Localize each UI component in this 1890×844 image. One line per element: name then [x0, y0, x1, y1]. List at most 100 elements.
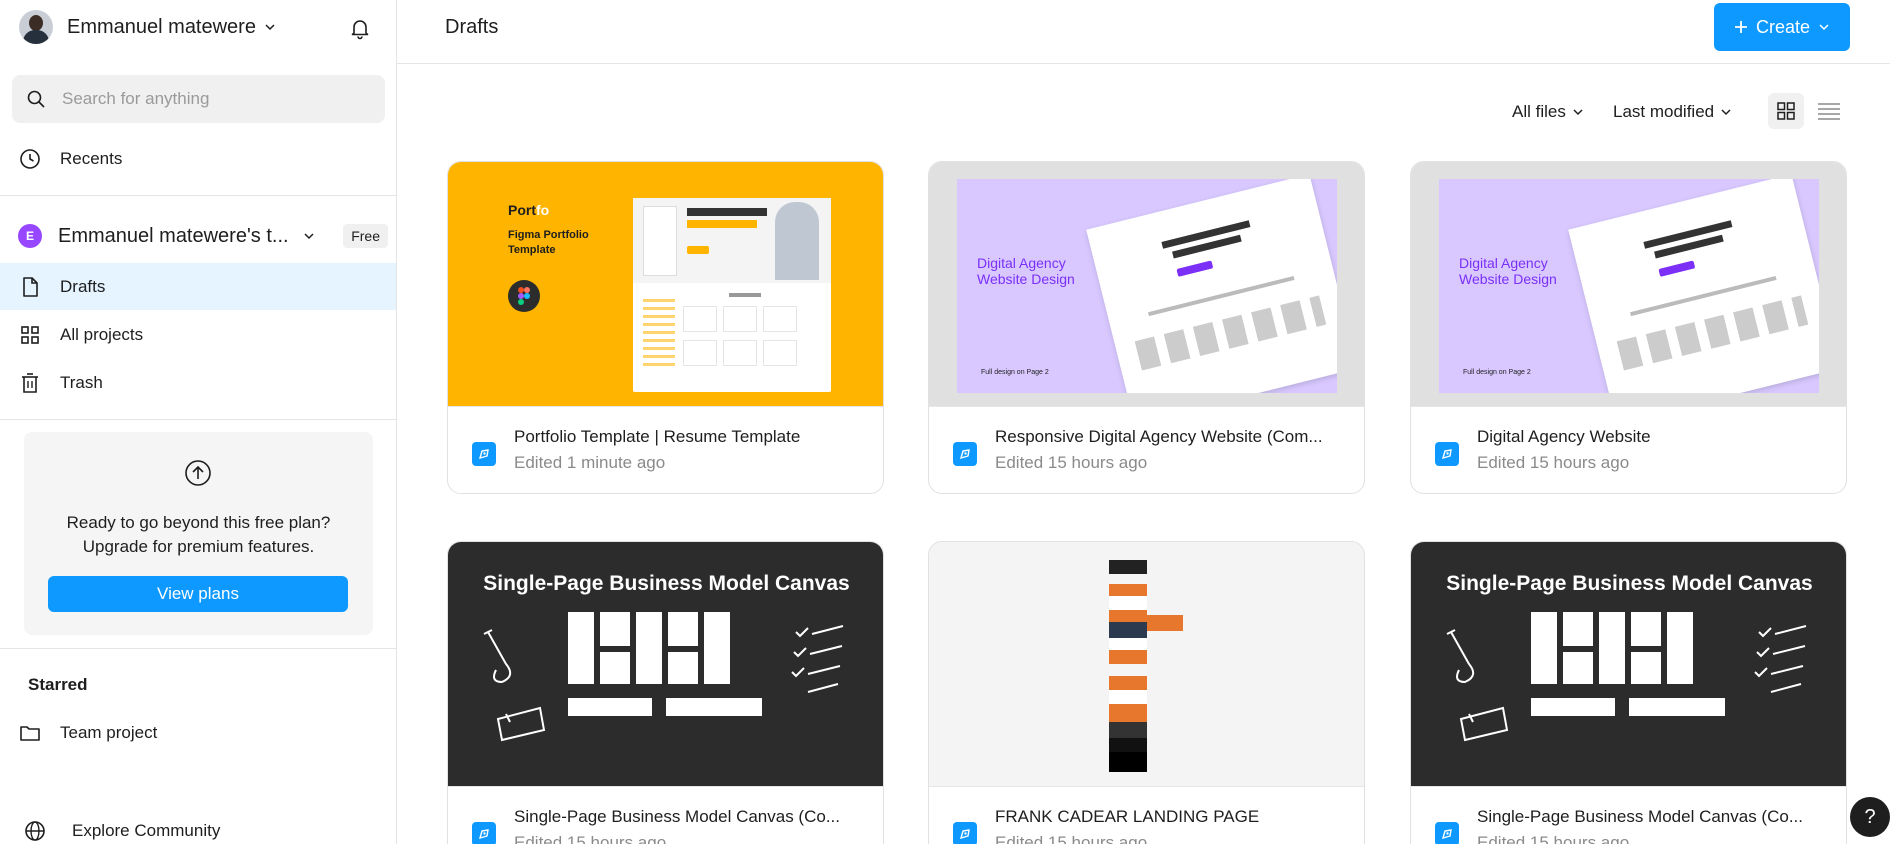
file-edited: Edited 15 hours ago	[995, 453, 1148, 472]
grid-icon	[19, 324, 41, 346]
thumb-title: Single-Page Business Model Canvas	[1446, 572, 1813, 595]
file-title: Responsive Digital Agency Website (Com..…	[995, 427, 1323, 446]
divider	[0, 648, 396, 649]
plus-icon	[1734, 21, 1747, 33]
bell-icon[interactable]	[348, 16, 372, 40]
design-file-icon	[472, 442, 496, 466]
thumb-footnote: Full design on Page 2	[1463, 369, 1531, 376]
grid-view-icon	[1777, 102, 1795, 120]
team-switcher[interactable]: E Emmanuel matewere's t... Free	[18, 220, 388, 252]
sidebar-item-label: Team project	[60, 722, 158, 742]
clock-icon	[19, 148, 41, 170]
file-meta: Digital Agency Website Edited 15 hours a…	[1411, 406, 1846, 493]
upgrade-text: Ready to go beyond this free plan? Upgra…	[24, 511, 373, 559]
sidebar-item-team-project[interactable]: Team project	[0, 709, 396, 756]
chevron-down-icon	[304, 233, 314, 240]
design-file-icon	[953, 442, 977, 466]
file-card[interactable]: Portfo Figma Portfolio Template Portfoli…	[447, 161, 884, 494]
landing-page-preview	[1109, 560, 1147, 772]
thumb-brand-b: fo	[536, 202, 550, 218]
search-icon	[27, 90, 45, 108]
design-file-icon	[1435, 822, 1459, 844]
account-switcher[interactable]: Emmanuel matewere	[19, 8, 276, 46]
chevron-down-icon	[1721, 109, 1731, 116]
help-button[interactable]: ?	[1850, 797, 1890, 837]
page-title: Drafts	[445, 16, 499, 38]
thumb-brand-a: Port	[508, 202, 536, 218]
trash-icon	[19, 372, 41, 394]
topbar: Drafts Create	[397, 0, 1890, 64]
starred-heading: Starred	[28, 675, 88, 694]
sort-dropdown[interactable]: Last modified	[1613, 96, 1732, 128]
file-thumbnail: Portfo Figma Portfolio Template	[448, 162, 883, 406]
divider	[0, 195, 396, 196]
explore-label: Explore Community	[72, 821, 221, 840]
sidebar: Emmanuel matewere Recents E Emmanuel mat…	[0, 0, 397, 844]
file-title: Single-Page Business Model Canvas (Co...	[514, 807, 840, 826]
avatar	[19, 10, 53, 44]
file-card[interactable]: Digital Agency Website Design Full desig…	[928, 161, 1365, 494]
grid-view-button[interactable]	[1768, 93, 1804, 129]
file-meta: Single-Page Business Model Canvas (Co...…	[448, 786, 883, 844]
thumb-heading-1: Digital Agency	[1459, 255, 1548, 271]
sidebar-item-recents[interactable]: Recents	[0, 135, 396, 182]
upgrade-line-1: Ready to go beyond this free plan?	[66, 513, 331, 532]
search-box[interactable]	[12, 75, 385, 123]
chevron-down-icon	[265, 24, 275, 31]
search-input[interactable]	[62, 89, 362, 109]
thumb-footnote: Full design on Page 2	[981, 369, 1049, 376]
arrow-up-circle-icon	[185, 460, 211, 486]
design-file-icon	[1435, 442, 1459, 466]
sidebar-item-label: All projects	[60, 324, 144, 344]
create-label: Create	[1755, 16, 1811, 37]
file-thumbnail: Single-Page Business Model Canvas	[1411, 542, 1846, 786]
folder-icon	[19, 722, 41, 744]
list-view-button[interactable]	[1811, 93, 1847, 129]
globe-icon	[25, 821, 45, 841]
list-view-icon	[1818, 103, 1840, 120]
sidebar-item-drafts[interactable]: Drafts	[0, 263, 396, 310]
create-button[interactable]: Create	[1714, 3, 1850, 51]
file-card[interactable]: Single-Page Business Model Canvas Single…	[447, 541, 884, 844]
portfolio-preview	[633, 198, 831, 392]
file-icon	[19, 276, 41, 298]
chevron-down-icon	[1819, 24, 1829, 31]
file-meta: Portfolio Template | Resume Template Edi…	[448, 406, 883, 493]
thumb-heading-2: Website Design	[977, 271, 1075, 287]
thumb-subtitle-2: Template	[508, 244, 556, 256]
explore-community-link[interactable]: Explore Community	[24, 820, 220, 842]
upgrade-line-2: Upgrade for premium features.	[82, 537, 315, 556]
canvas-illustration	[1446, 612, 1807, 742]
upgrade-card: Ready to go beyond this free plan? Upgra…	[24, 432, 373, 635]
file-meta: Single-Page Business Model Canvas (Co...…	[1411, 786, 1846, 844]
files-filter-dropdown[interactable]: All files	[1512, 96, 1584, 128]
thumb-heading-1: Digital Agency	[977, 255, 1066, 271]
file-edited: Edited 15 hours ago	[514, 833, 667, 844]
team-avatar: E	[18, 224, 42, 248]
file-card[interactable]: Single-Page Business Model Canvas Single…	[1410, 541, 1847, 844]
design-file-icon	[953, 822, 977, 844]
file-title: FRANK CADEAR LANDING PAGE	[995, 807, 1260, 826]
file-thumbnail: Digital Agency Website Design Full desig…	[1411, 162, 1846, 406]
app-window: Emmanuel matewere Recents E Emmanuel mat…	[0, 0, 1890, 844]
sidebar-item-label: Recents	[60, 148, 123, 168]
file-thumbnail	[929, 542, 1364, 786]
file-meta: FRANK CADEAR LANDING PAGE Edited 15 hour…	[929, 786, 1364, 844]
file-card[interactable]: Digital Agency Website Design Full desig…	[1410, 161, 1847, 494]
sidebar-item-trash[interactable]: Trash	[0, 359, 396, 406]
sort-label: Last modified	[1613, 102, 1715, 121]
file-edited: Edited 15 hours ago	[1477, 833, 1630, 844]
files-filter-label: All files	[1512, 102, 1566, 121]
file-card[interactable]: FRANK CADEAR LANDING PAGE Edited 15 hour…	[928, 541, 1365, 844]
sidebar-item-all-projects[interactable]: All projects	[0, 311, 396, 358]
file-thumbnail: Single-Page Business Model Canvas	[448, 542, 883, 786]
file-edited: Edited 15 hours ago	[995, 833, 1148, 844]
file-title: Portfolio Template | Resume Template	[514, 427, 801, 446]
team-name: Emmanuel matewere's t...	[58, 224, 289, 247]
plan-badge: Free	[343, 224, 388, 248]
file-edited: Edited 15 hours ago	[1477, 453, 1630, 472]
file-meta: Responsive Digital Agency Website (Com..…	[929, 406, 1364, 493]
user-name: Emmanuel matewere	[67, 15, 256, 38]
view-plans-button[interactable]: View plans	[48, 576, 348, 612]
thumb-heading-2: Website Design	[1459, 271, 1557, 287]
